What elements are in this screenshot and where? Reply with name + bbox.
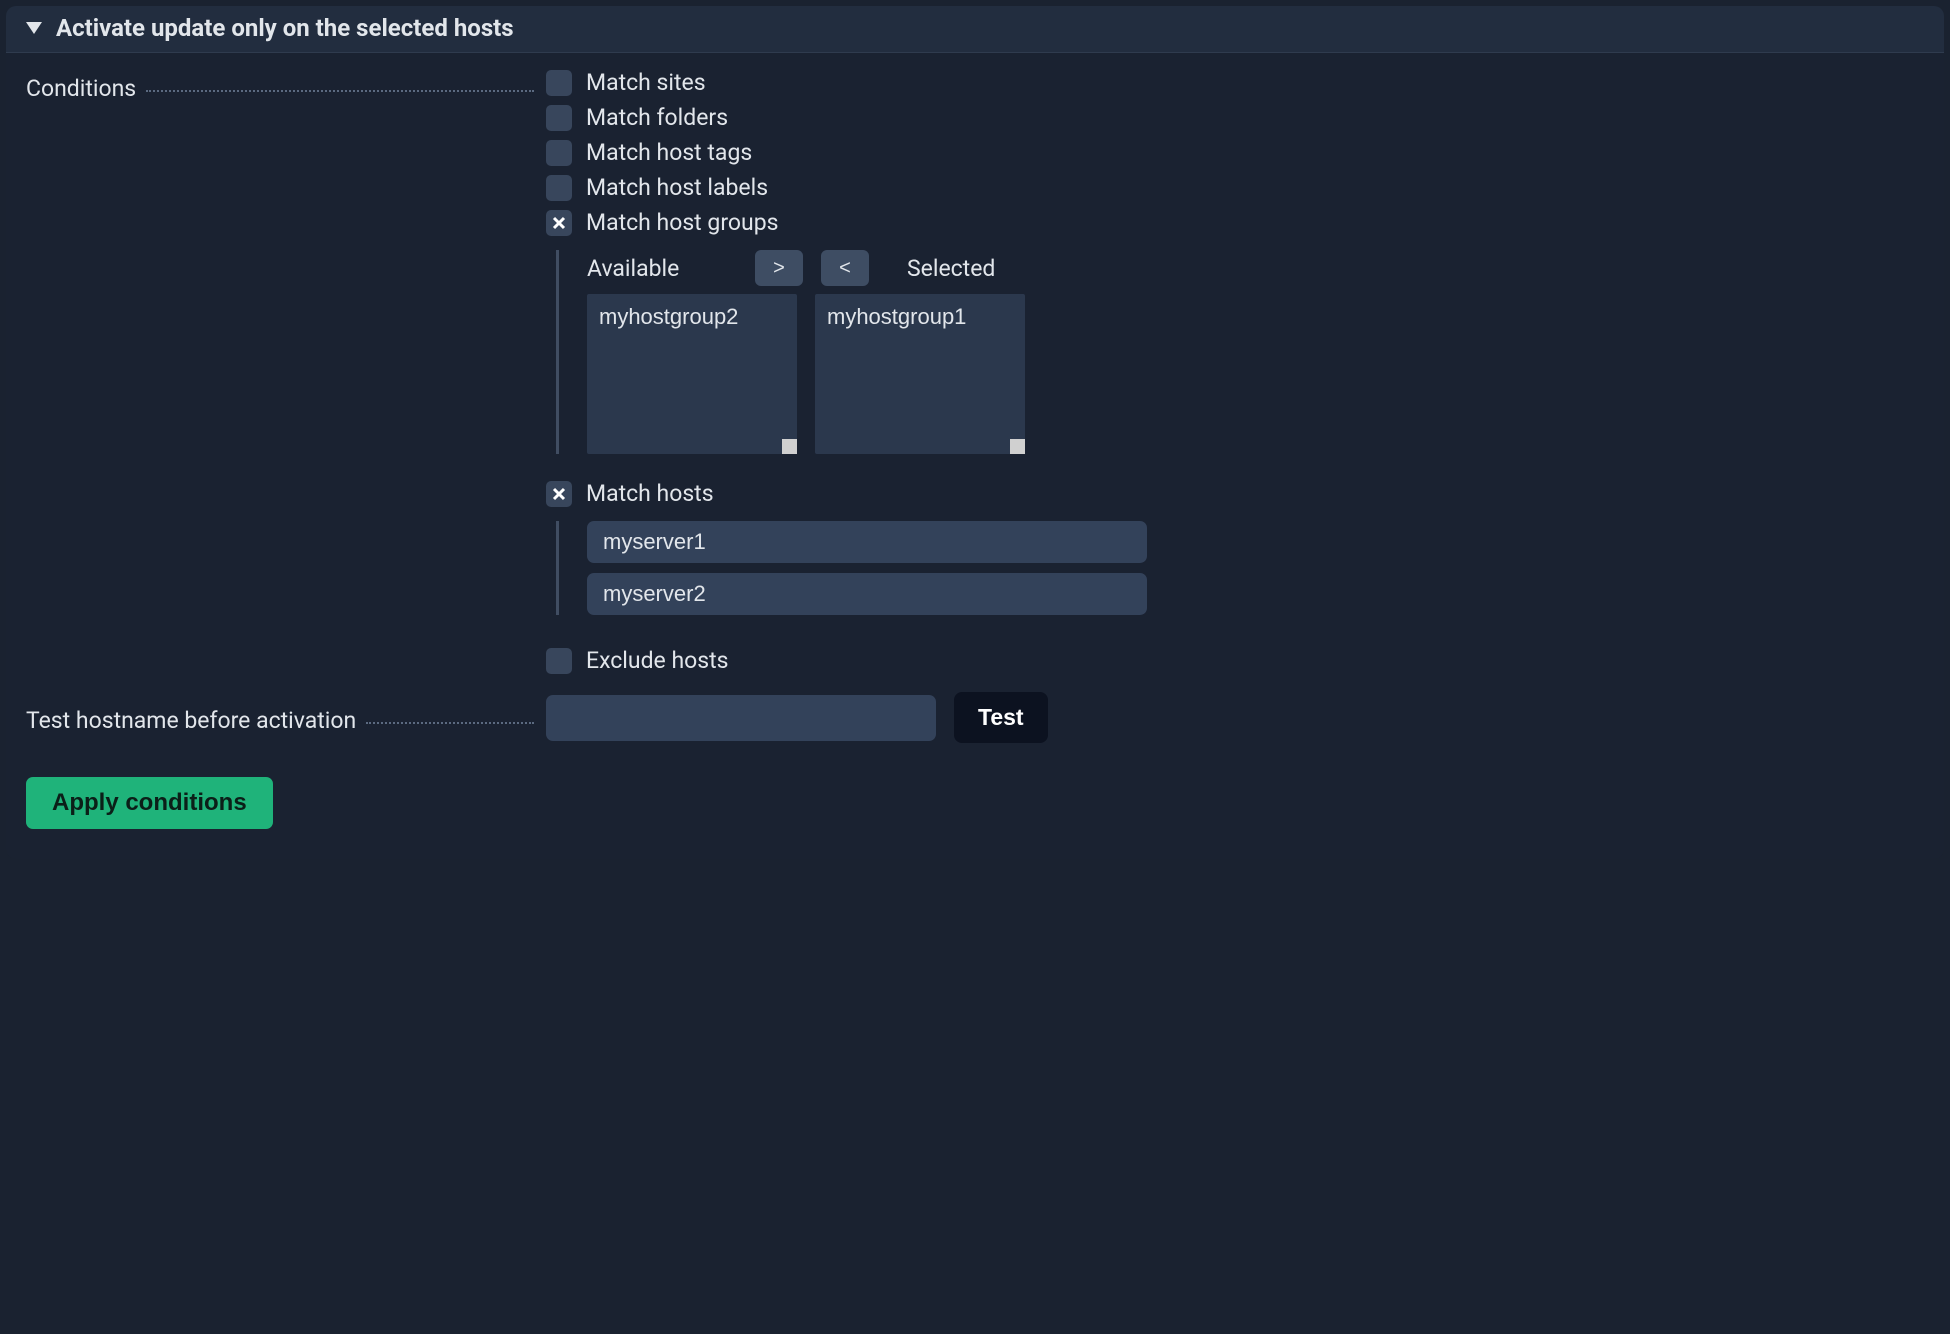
label-match-hosts: Match hosts: [586, 480, 714, 507]
checkbox-exclude-hosts[interactable]: [546, 648, 572, 674]
checkbox-match-host-tags[interactable]: [546, 140, 572, 166]
test-hostname-label: Test hostname before activation: [26, 707, 356, 734]
test-hostname-input[interactable]: [546, 695, 936, 741]
match-host-input[interactable]: [587, 521, 1147, 563]
match-host-input[interactable]: [587, 573, 1147, 615]
host-inputs: [587, 521, 1924, 615]
move-left-button[interactable]: <: [821, 250, 869, 286]
activate-update-panel: Activate update only on the selected hos…: [6, 6, 1944, 859]
label-match-host-labels: Match host labels: [586, 174, 768, 201]
label-match-folders: Match folders: [586, 104, 728, 131]
label-match-host-groups: Match host groups: [586, 209, 778, 236]
condition-match-host-labels: Match host labels: [546, 174, 1924, 201]
available-listbox[interactable]: myhostgroup2: [587, 294, 797, 454]
conditions-label-col: Conditions: [26, 69, 546, 102]
condition-match-sites: Match sites: [546, 69, 1924, 96]
label-exclude-hosts: Exclude hosts: [586, 647, 729, 674]
condition-match-folders: Match folders: [546, 104, 1924, 131]
host-groups-block: Available > < Selected myhostgroup2 myho…: [556, 250, 1924, 454]
checkbox-match-hosts[interactable]: [546, 481, 572, 507]
collapse-icon: [26, 22, 42, 34]
test-hostname-row: Test hostname before activation Test: [26, 692, 1924, 743]
list-item[interactable]: myhostgroup2: [599, 302, 785, 332]
conditions-label: Conditions: [26, 75, 136, 102]
checkbox-match-folders[interactable]: [546, 105, 572, 131]
panel-header[interactable]: Activate update only on the selected hos…: [6, 6, 1944, 53]
panel-content: Conditions Match sites Match folders: [6, 53, 1944, 859]
move-right-button[interactable]: >: [755, 250, 803, 286]
test-value-col: Test: [546, 692, 1924, 743]
test-button[interactable]: Test: [954, 692, 1048, 743]
condition-exclude-hosts: Exclude hosts: [546, 647, 1924, 674]
checkbox-match-host-groups[interactable]: [546, 210, 572, 236]
match-hosts-block: [556, 521, 1924, 615]
condition-match-host-tags: Match host tags: [546, 139, 1924, 166]
available-header: Available: [587, 255, 737, 282]
dotted-leader: [366, 701, 534, 724]
label-match-sites: Match sites: [586, 69, 706, 96]
label-match-host-tags: Match host tags: [586, 139, 752, 166]
conditions-value-col: Match sites Match folders Match host tag…: [546, 69, 1924, 682]
test-label-col: Test hostname before activation: [26, 701, 546, 734]
list-item[interactable]: myhostgroup1: [827, 302, 1013, 332]
selected-header: Selected: [907, 255, 1057, 282]
panel-title: Activate update only on the selected hos…: [56, 14, 514, 42]
condition-match-host-groups: Match host groups: [546, 209, 1924, 236]
selected-listbox[interactable]: myhostgroup1: [815, 294, 1025, 454]
dual-list-header: Available > < Selected: [587, 250, 1924, 286]
apply-conditions-button[interactable]: Apply conditions: [26, 777, 273, 829]
conditions-row: Conditions Match sites Match folders: [26, 69, 1924, 682]
dotted-leader: [146, 69, 534, 92]
condition-match-hosts: Match hosts: [546, 480, 1924, 507]
checkbox-match-host-labels[interactable]: [546, 175, 572, 201]
dual-lists: myhostgroup2 myhostgroup1: [587, 294, 1924, 454]
checkbox-match-sites[interactable]: [546, 70, 572, 96]
